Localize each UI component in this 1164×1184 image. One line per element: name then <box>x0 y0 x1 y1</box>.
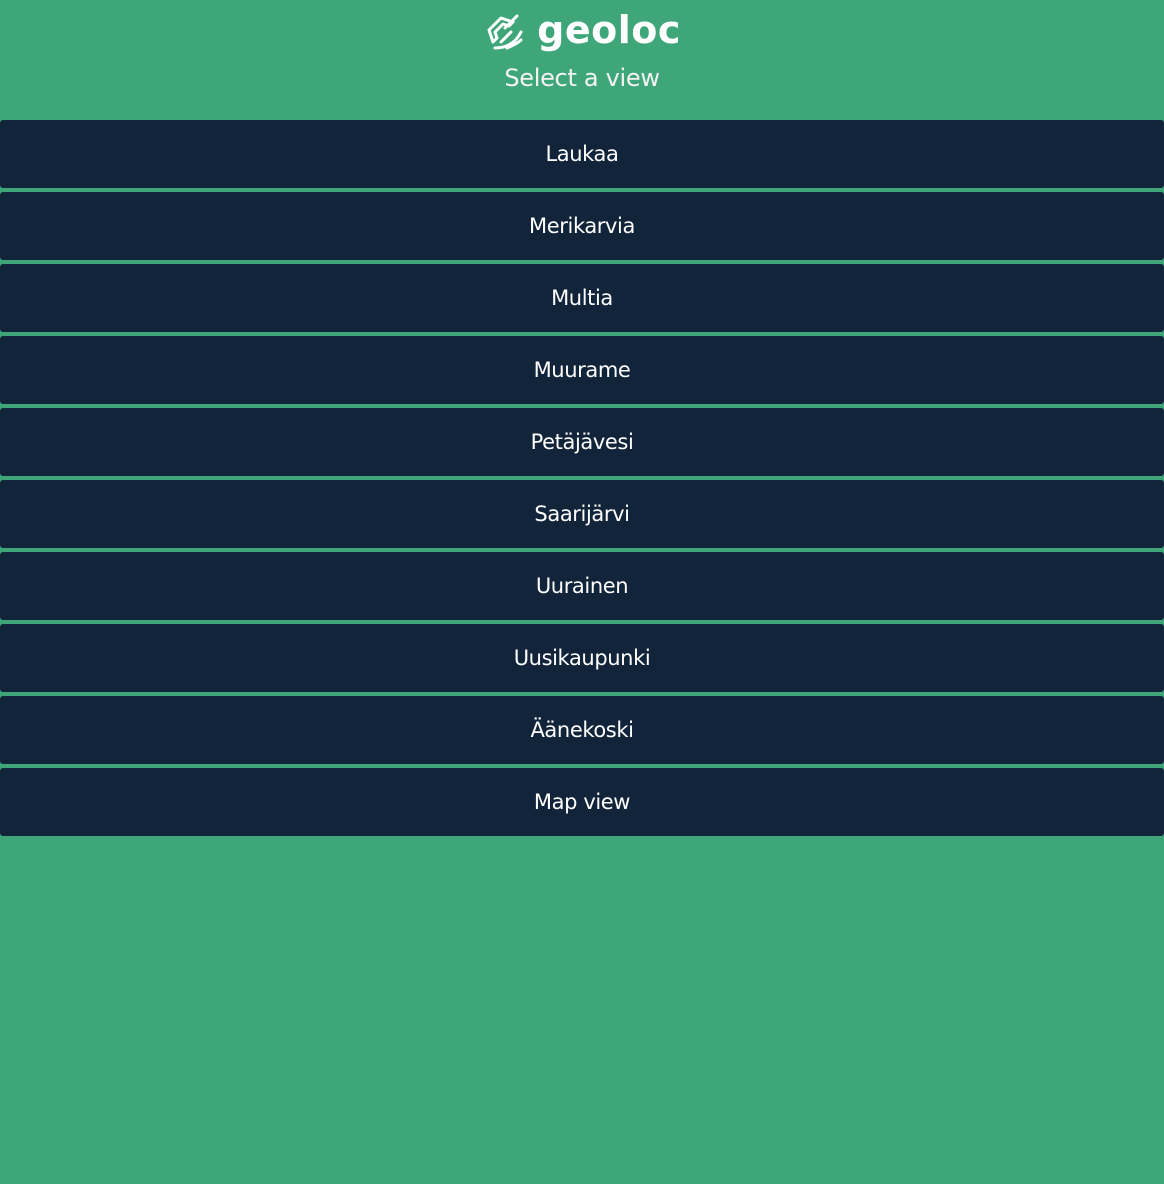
view-button-multia[interactable]: Multia <box>0 264 1164 332</box>
page-subtitle: Select a view <box>504 64 660 92</box>
view-button-uusikaupunki[interactable]: Uusikaupunki <box>0 624 1164 692</box>
geoloc-satellite-icon <box>487 14 523 50</box>
view-button-petajavesi[interactable]: Petäjävesi <box>0 408 1164 476</box>
map-view-button[interactable]: Map view <box>0 768 1164 836</box>
logo: geoloc <box>483 8 681 56</box>
view-button-saarijarvi[interactable]: Saarijärvi <box>0 480 1164 548</box>
view-button-aanekoski[interactable]: Äänekoski <box>0 696 1164 764</box>
view-button-laukaa[interactable]: Laukaa <box>0 120 1164 188</box>
header: geoloc Select a view <box>0 0 1164 120</box>
view-button-muurame[interactable]: Muurame <box>0 336 1164 404</box>
view-button-uurainen[interactable]: Uurainen <box>0 552 1164 620</box>
logo-text: geoloc <box>537 8 681 52</box>
app-root: geoloc Select a view Laukaa Merikarvia M… <box>0 0 1164 1184</box>
view-list: Laukaa Merikarvia Multia Muurame Petäjäv… <box>0 120 1164 836</box>
view-button-merikarvia[interactable]: Merikarvia <box>0 192 1164 260</box>
